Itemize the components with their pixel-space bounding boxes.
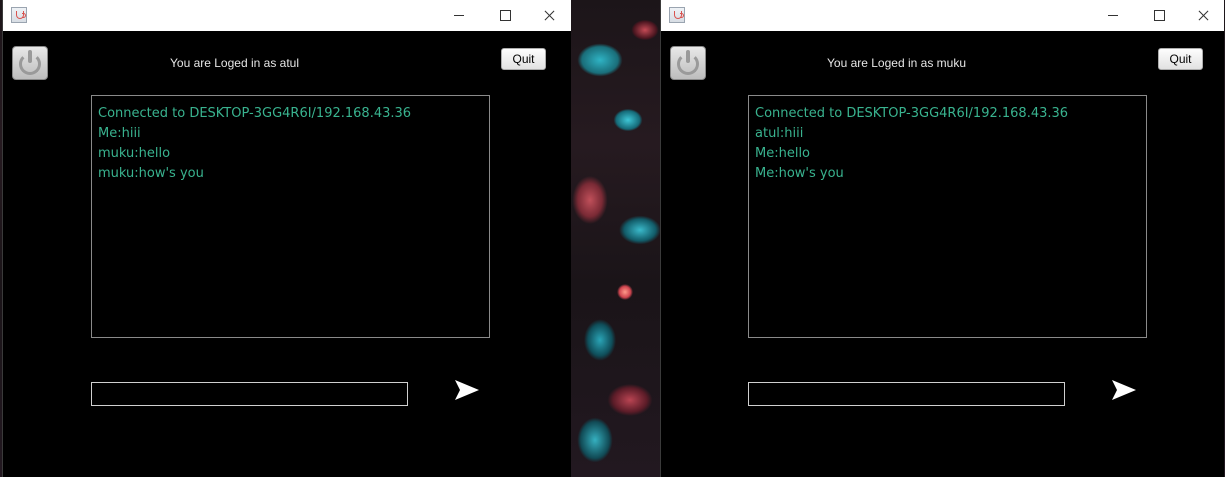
chat-log[interactable]: Connected to DESKTOP-3GG4R6I/192.168.43.… [91, 95, 490, 338]
close-icon[interactable] [1181, 0, 1225, 31]
minimize-icon[interactable] [1091, 0, 1136, 31]
chat-message: Me:how's you [755, 166, 844, 181]
chat-message: Connected to DESKTOP-3GG4R6I/192.168.43.… [755, 106, 1069, 121]
maximize-icon[interactable] [483, 0, 528, 31]
quit-button[interactable]: Quit [501, 48, 546, 70]
chat-message: muku:how's you [98, 166, 204, 181]
message-input[interactable] [748, 382, 1065, 406]
power-button[interactable] [670, 46, 706, 80]
chat-window-muku: You are Loged in as muku Quit Connected … [660, 0, 1224, 477]
send-arrow-icon[interactable] [1110, 378, 1138, 402]
message-input[interactable] [91, 382, 408, 406]
chat-message: Me:hiii [98, 126, 141, 141]
chat-window-atul: You are Loged in as atul Quit Connected … [2, 0, 571, 477]
chat-message: muku:hello [98, 146, 171, 161]
close-icon[interactable] [527, 0, 572, 31]
java-icon[interactable] [11, 7, 27, 23]
send-arrow-icon[interactable] [453, 378, 481, 402]
title-bar [661, 0, 1224, 31]
login-status-text: You are Loged in as muku [827, 56, 966, 70]
chat-message: atul:hiii [755, 126, 804, 141]
title-bar [3, 0, 571, 31]
chat-message: Me:hello [755, 146, 811, 161]
chat-message: Connected to DESKTOP-3GG4R6I/192.168.43.… [98, 106, 412, 121]
chat-log[interactable]: Connected to DESKTOP-3GG4R6I/192.168.43.… [748, 95, 1147, 338]
login-status-text: You are Loged in as atul [170, 56, 299, 70]
java-icon[interactable] [669, 7, 685, 23]
minimize-icon[interactable] [437, 0, 482, 31]
quit-button[interactable]: Quit [1158, 48, 1203, 70]
maximize-icon[interactable] [1137, 0, 1182, 31]
power-button[interactable] [12, 46, 48, 80]
